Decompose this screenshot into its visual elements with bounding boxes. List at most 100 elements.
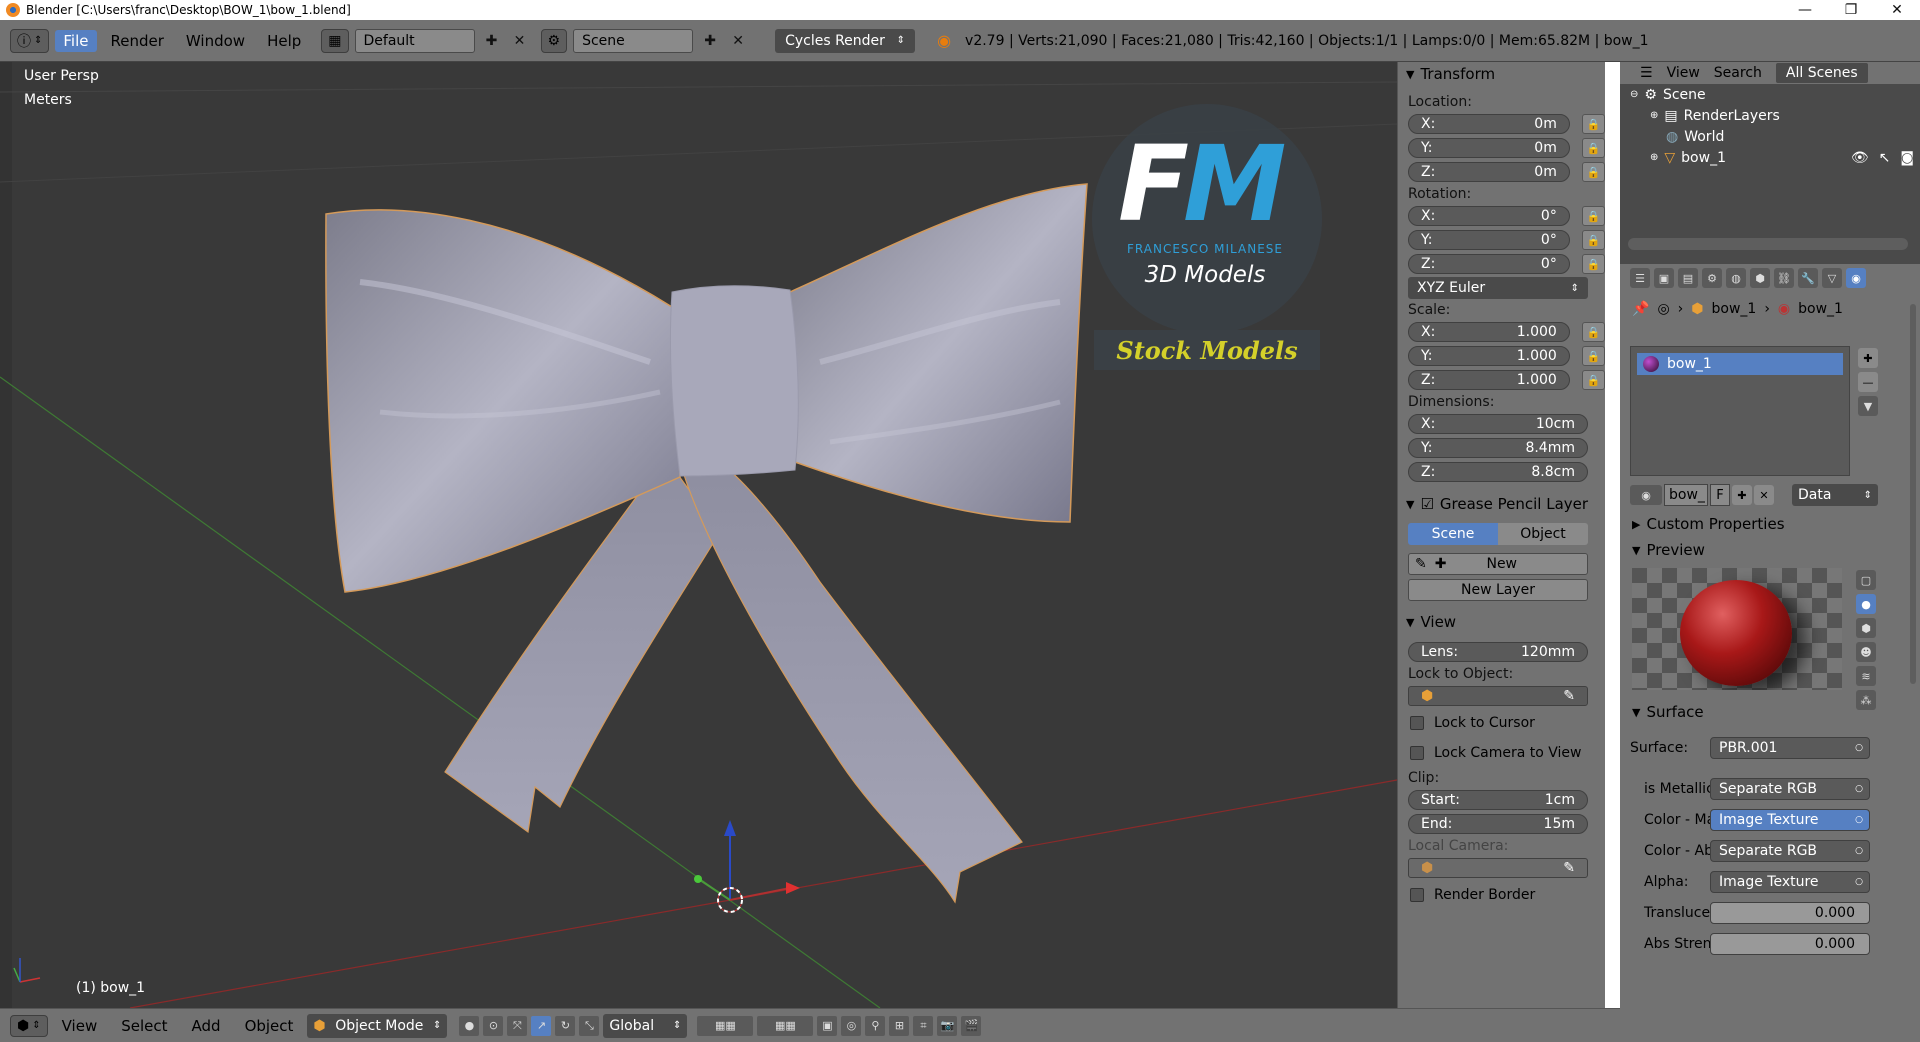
proportional-edit-icon[interactable]: ◎: [841, 1015, 862, 1036]
lens-field[interactable]: Lens: 120mm: [1408, 642, 1588, 662]
input-link-field[interactable]: Image Texture ○: [1710, 870, 1870, 893]
lock-camera-row[interactable]: Lock Camera to View: [1398, 738, 1605, 768]
eyedropper-icon[interactable]: ✎: [1563, 688, 1575, 704]
layers-grid-icon[interactable]: ▦▦: [697, 1015, 754, 1036]
outliner-filter-dropdown[interactable]: All Scenes: [1775, 63, 1868, 83]
render-engine-dropdown[interactable]: Cycles Render ⇕: [775, 28, 916, 53]
lock-icon[interactable]: 🔒: [1581, 138, 1605, 158]
object-tab-icon[interactable]: ⬢: [1750, 268, 1770, 288]
scene-field[interactable]: Scene: [573, 28, 694, 53]
rotation-mode-dropdown[interactable]: XYZ Euler ⇕: [1408, 277, 1588, 299]
modifiers-tab-icon[interactable]: 🔧: [1798, 268, 1818, 288]
render-border-row[interactable]: Render Border: [1398, 880, 1605, 910]
menu-select[interactable]: Select: [111, 1017, 177, 1035]
menu-object[interactable]: Object: [235, 1017, 304, 1035]
input-link-field[interactable]: Separate RGB ○: [1710, 839, 1870, 862]
clip-start-field[interactable]: Start: 1cm: [1408, 790, 1588, 810]
menu-file[interactable]: File: [55, 29, 97, 52]
dimension-z-field[interactable]: Z: 8.8cm: [1408, 462, 1588, 482]
slot-specials-icon[interactable]: ▼: [1858, 396, 1878, 416]
material-slot-item[interactable]: bow_1: [1637, 353, 1843, 375]
numeric-input-field[interactable]: 0.000: [1710, 932, 1870, 955]
transform-panel-header[interactable]: ▼ Transform: [1398, 62, 1605, 86]
visibility-eye-icon[interactable]: 👁: [1851, 150, 1869, 166]
translate-manipulator-icon[interactable]: ↗: [531, 1015, 552, 1036]
outliner-scrollbar[interactable]: [1628, 238, 1908, 250]
input-link-field[interactable]: Image Texture ○: [1710, 808, 1870, 831]
outliner-item-renderlayers[interactable]: ⊕ ▤ RenderLayers: [1620, 105, 1920, 126]
outliner-menu-view[interactable]: View: [1667, 65, 1700, 81]
preview-plane-icon[interactable]: ▢: [1856, 570, 1876, 590]
material-name-field[interactable]: bow_: [1664, 484, 1708, 506]
outliner-editor-icon[interactable]: ☰: [1640, 65, 1653, 81]
location-x-field[interactable]: X: 0m: [1408, 114, 1570, 134]
input-link-field[interactable]: Separate RGB ○: [1710, 777, 1870, 800]
lock-object-field[interactable]: ⬢ ✎: [1408, 686, 1588, 706]
dimension-y-field[interactable]: Y: 8.4mm: [1408, 438, 1588, 458]
location-z-field[interactable]: Z: 0m: [1408, 162, 1570, 182]
pin-icon[interactable]: 📌: [1632, 301, 1649, 317]
lock-camera-checkbox[interactable]: [1410, 746, 1424, 760]
menu-render[interactable]: Render: [103, 30, 172, 52]
add-layout-icon[interactable]: ✚: [481, 30, 503, 52]
lock-icon[interactable]: 🔒: [1581, 114, 1605, 134]
world-tab-icon[interactable]: ◍: [1726, 268, 1746, 288]
expand-toggle-icon[interactable]: ⊕: [1650, 152, 1658, 163]
snap-element-icon[interactable]: ⊞: [889, 1015, 910, 1036]
menu-add[interactable]: Add: [182, 1017, 231, 1035]
remove-slot-icon[interactable]: —: [1858, 372, 1878, 392]
scene-tab-icon[interactable]: ⚙: [1702, 268, 1722, 288]
lock-icon[interactable]: 🔒: [1581, 254, 1605, 274]
render-border-checkbox[interactable]: [1410, 888, 1424, 902]
surface-shader-field[interactable]: PBR.001 ○: [1710, 736, 1870, 759]
data-tab-icon[interactable]: ▽: [1822, 268, 1842, 288]
add-slot-icon[interactable]: ✚: [1858, 348, 1878, 368]
rotate-manipulator-icon[interactable]: ↻: [555, 1015, 576, 1036]
close-window-button[interactable]: ✕: [1874, 2, 1920, 18]
outliner-item-bow[interactable]: ⊕ ▽ bow_1 👁 ↖ ◙: [1620, 147, 1920, 168]
numeric-input-field[interactable]: 0.000: [1710, 901, 1870, 924]
tab-scene[interactable]: Scene: [1408, 523, 1498, 545]
clip-end-field[interactable]: End: 15m: [1408, 814, 1588, 834]
grease-pencil-panel-header[interactable]: ▼ ☑ Grease Pencil Layer: [1398, 492, 1605, 516]
outliner-item-world[interactable]: ◍ World: [1620, 126, 1920, 147]
snap-target-icon[interactable]: ⌗: [913, 1015, 934, 1036]
viewport-shading-icon[interactable]: ●: [459, 1015, 480, 1036]
tab-object[interactable]: Object: [1498, 523, 1588, 545]
lock-to-cursor-checkbox[interactable]: [1410, 716, 1424, 730]
render-animation-icon[interactable]: 🎬: [961, 1015, 982, 1036]
preview-monkey-icon[interactable]: ☻: [1856, 642, 1876, 662]
outliner-item-scene[interactable]: ⊖ ⚙ Scene: [1620, 84, 1920, 105]
orientation-dropdown[interactable]: Global ⇕: [603, 1013, 688, 1038]
new-layer-button[interactable]: New Layer: [1408, 579, 1588, 601]
rotation-x-field[interactable]: X: 0°: [1408, 206, 1570, 226]
editor-type-button[interactable]: ⬢ ⇕: [10, 1014, 48, 1037]
render-tab-icon[interactable]: ▣: [1654, 268, 1674, 288]
checkbox-checked-icon[interactable]: ☑: [1420, 495, 1433, 513]
properties-editor-icon[interactable]: ☰: [1630, 268, 1650, 288]
manipulator-toggle-icon[interactable]: ⤧: [507, 1015, 528, 1036]
menu-help[interactable]: Help: [259, 30, 309, 52]
render-opengl-icon[interactable]: 📷: [937, 1015, 958, 1036]
maximize-button[interactable]: ❐: [1828, 2, 1874, 18]
remove-scene-icon[interactable]: ✕: [727, 30, 749, 52]
material-slot-list[interactable]: bow_1: [1630, 346, 1850, 476]
material-browse-icon[interactable]: ◉: [1630, 485, 1662, 505]
screen-layout-selector-button[interactable]: ▦: [321, 28, 349, 53]
lock-icon[interactable]: 🔒: [1581, 206, 1605, 226]
preview-hair-icon[interactable]: ≋: [1856, 666, 1876, 686]
remove-layout-icon[interactable]: ✕: [509, 30, 531, 52]
select-arrow-icon[interactable]: ↖: [1879, 150, 1891, 166]
preview-header[interactable]: ▼ Preview: [1620, 538, 1920, 562]
material-tab-icon[interactable]: ◉: [1846, 268, 1866, 288]
surface-header[interactable]: ▼ Surface: [1620, 700, 1920, 724]
preview-sphere-icon[interactable]: ●: [1856, 594, 1876, 614]
lock-icon[interactable]: 🔒: [1581, 322, 1605, 342]
view-panel-header[interactable]: ▼ View: [1398, 610, 1605, 634]
layers-grid-icon[interactable]: ▦▦: [757, 1015, 814, 1036]
fake-user-toggle[interactable]: F: [1710, 484, 1730, 506]
link-dropdown[interactable]: Data ⇕: [1792, 484, 1878, 506]
properties-scrollbar[interactable]: [1910, 304, 1916, 684]
lock-icon[interactable]: 🔒: [1581, 230, 1605, 250]
lock-to-cursor-row[interactable]: Lock to Cursor: [1398, 708, 1605, 738]
